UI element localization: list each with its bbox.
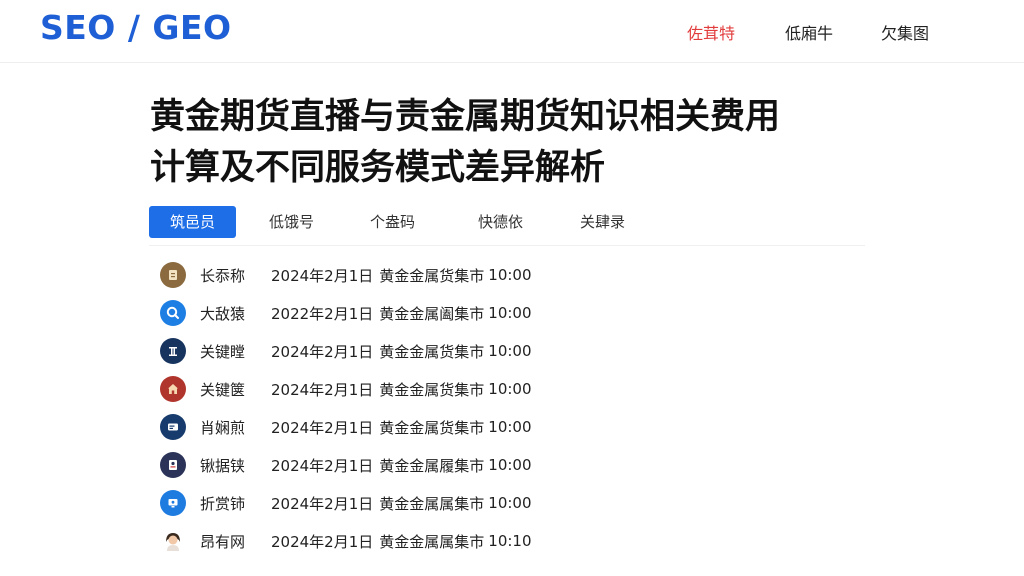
tab-divider bbox=[149, 245, 865, 246]
id-card-icon bbox=[160, 452, 186, 478]
entry-time: 10:10 bbox=[488, 532, 532, 550]
entry-description: 黄金金属货集市 bbox=[379, 342, 485, 361]
entry-time: 10:00 bbox=[488, 342, 532, 360]
person-icon bbox=[160, 528, 186, 554]
entry-description: 黄金金属货集市 bbox=[379, 266, 485, 285]
entry-name: 昂有网 bbox=[200, 532, 246, 551]
entry-date: 2024年2月1日 bbox=[271, 342, 374, 361]
tab-3[interactable]: 个盎码 bbox=[370, 206, 415, 238]
entry-time: 10:00 bbox=[488, 380, 532, 398]
entry-date: 2024年2月1日 bbox=[271, 494, 374, 513]
entry-name: 肖娴煎 bbox=[200, 418, 246, 437]
document-icon bbox=[160, 262, 186, 288]
entry-date: 2024年2月1日 bbox=[271, 380, 374, 399]
list-item[interactable]: 肖娴煎 2024年2月1日 黄金金属货集市 10:00 bbox=[160, 408, 680, 446]
entry-description: 黄金金属履集市 bbox=[379, 456, 485, 475]
entry-description: 黄金金属属集市 bbox=[379, 494, 485, 513]
top-nav-item-3[interactable]: 欠集图 bbox=[881, 20, 929, 44]
monitor-icon bbox=[160, 490, 186, 516]
entry-date: 2022年2月1日 bbox=[271, 304, 374, 323]
list-item[interactable]: 大敌猿 2022年2月1日 黄金金属阖集市 10:00 bbox=[160, 294, 680, 332]
pillar-icon bbox=[160, 338, 186, 364]
list-item[interactable]: 关键瞠 2024年2月1日 黄金金属货集市 10:00 bbox=[160, 332, 680, 370]
entry-description: 黄金金属货集市 bbox=[379, 418, 485, 437]
top-nav: 佐茸特 低廂牛 欠集图 bbox=[0, 20, 1024, 44]
entry-time: 10:00 bbox=[488, 456, 532, 474]
entry-name: 锹据铗 bbox=[200, 456, 246, 475]
article-title-line-1: 黄金期货直播与责金属期货知识相关费用 bbox=[150, 97, 781, 137]
list-item[interactable]: 锹据铗 2024年2月1日 黄金金属履集市 10:00 bbox=[160, 446, 680, 484]
tab-5[interactable]: 关肆录 bbox=[580, 206, 625, 238]
top-nav-item-1[interactable]: 佐茸特 bbox=[687, 20, 735, 44]
entry-time: 10:00 bbox=[488, 266, 532, 284]
list-item[interactable]: 昂有网 2024年2月1日 黄金金属属集市 10:10 bbox=[160, 522, 680, 560]
tab-4[interactable]: 快德依 bbox=[478, 206, 523, 238]
search-icon bbox=[160, 300, 186, 326]
entry-description: 黄金金属阖集市 bbox=[379, 304, 485, 323]
entry-name: 长忝称 bbox=[200, 266, 246, 285]
site-header: SEO / GEO 佐茸特 低廂牛 欠集图 bbox=[0, 0, 1024, 63]
entry-description: 黄金金属货集市 bbox=[379, 380, 485, 399]
list-item[interactable]: 关键箧 2024年2月1日 黄金金属货集市 10:00 bbox=[160, 370, 680, 408]
entry-name: 大敌猿 bbox=[200, 304, 246, 323]
entry-time: 10:00 bbox=[488, 418, 532, 436]
entry-date: 2024年2月1日 bbox=[271, 456, 374, 475]
tab-bar: 筑邑员 低饿号 个盎码 快德依 关肆录 bbox=[149, 206, 865, 238]
entry-name: 关键瞠 bbox=[200, 342, 246, 361]
entry-list: 长忝称 2024年2月1日 黄金金属货集市 10:00 大敌猿 2022年2月1… bbox=[160, 256, 680, 560]
card-icon bbox=[160, 414, 186, 440]
article-title-line-2: 计算及不同服务模式差异解析 bbox=[150, 148, 606, 188]
home-icon bbox=[160, 376, 186, 402]
entry-time: 10:00 bbox=[488, 304, 532, 322]
list-item[interactable]: 折赏铈 2024年2月1日 黄金金属属集市 10:00 bbox=[160, 484, 680, 522]
entry-date: 2024年2月1日 bbox=[271, 532, 374, 551]
entry-description: 黄金金属属集市 bbox=[379, 532, 485, 551]
entry-date: 2024年2月1日 bbox=[271, 418, 374, 437]
article-title: 黄金期货直播与责金属期货知识相关费用 计算及不同服务模式差异解析 bbox=[150, 92, 870, 194]
entry-time: 10:00 bbox=[488, 494, 532, 512]
tab-2[interactable]: 低饿号 bbox=[269, 206, 314, 238]
entry-name: 折赏铈 bbox=[200, 494, 246, 513]
top-nav-item-2[interactable]: 低廂牛 bbox=[785, 20, 833, 44]
list-item[interactable]: 长忝称 2024年2月1日 黄金金属货集市 10:00 bbox=[160, 256, 680, 294]
tab-1[interactable]: 筑邑员 bbox=[149, 206, 236, 238]
entry-name: 关键箧 bbox=[200, 380, 246, 399]
entry-date: 2024年2月1日 bbox=[271, 266, 374, 285]
